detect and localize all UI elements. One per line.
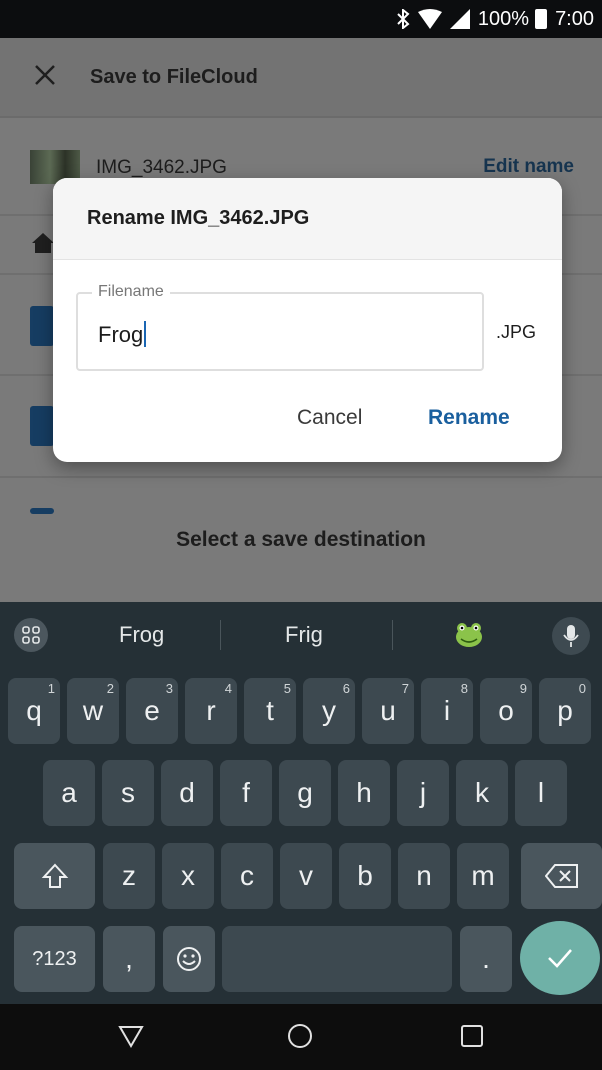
- key-hint: 9: [519, 681, 527, 696]
- key-label: p: [557, 695, 573, 726]
- suggestion-bar: Frog Frig: [0, 602, 602, 668]
- microphone-icon[interactable]: [552, 617, 590, 655]
- shift-key[interactable]: [14, 843, 95, 909]
- dialog-header: Rename IMG_3462.JPG: [53, 178, 562, 260]
- key-e[interactable]: e3: [126, 678, 178, 744]
- text-cursor: [144, 321, 147, 347]
- key-d[interactable]: d: [161, 760, 213, 826]
- bluetooth-icon: [396, 9, 410, 29]
- key-hint: 2: [106, 681, 114, 696]
- key-b[interactable]: b: [339, 843, 391, 909]
- edit-name-link[interactable]: Edit name: [483, 156, 574, 178]
- key-y[interactable]: y6: [303, 678, 355, 744]
- divider: [0, 476, 602, 478]
- destination-hint: Select a save destination: [176, 528, 426, 551]
- key-hint: 8: [460, 681, 468, 696]
- file-extension: .JPG: [496, 322, 537, 342]
- key-label: t: [266, 695, 274, 726]
- key-label: u: [380, 695, 396, 726]
- folder-icon[interactable]: [30, 406, 54, 446]
- cancel-button[interactable]: Cancel: [297, 406, 362, 430]
- key-label: r: [206, 695, 216, 726]
- key-w[interactable]: w2: [67, 678, 119, 744]
- home-button-icon[interactable]: [286, 1022, 314, 1055]
- key-p[interactable]: p0: [539, 678, 591, 744]
- key-f[interactable]: f: [220, 760, 272, 826]
- key-label: q: [26, 695, 42, 726]
- suggestion[interactable]: Frig: [285, 622, 323, 648]
- folder-icon[interactable]: [30, 306, 54, 346]
- key-hint: 7: [401, 681, 409, 696]
- keyboard-menu-icon[interactable]: [14, 618, 48, 652]
- key-label: y: [322, 695, 336, 726]
- key-v[interactable]: v: [280, 843, 332, 909]
- wifi-icon: [417, 9, 442, 29]
- key-a[interactable]: a: [43, 760, 95, 826]
- keyboard: Frog Frig q1w2e3r4t5y6u7i8o9p0 asdfghjkl…: [0, 602, 602, 1004]
- enter-key[interactable]: [520, 921, 600, 995]
- clock: 7:00: [555, 7, 594, 30]
- key-u[interactable]: u7: [362, 678, 414, 744]
- dialog-title: Rename IMG_3462.JPG: [87, 207, 310, 229]
- rename-dialog: Rename IMG_3462.JPG Filename Frog .JPG C…: [53, 178, 562, 462]
- key-s[interactable]: s: [102, 760, 154, 826]
- backspace-key[interactable]: [521, 843, 602, 909]
- key-hint: 6: [342, 681, 350, 696]
- recents-icon[interactable]: [458, 1022, 486, 1055]
- filename-label: Filename: [92, 283, 170, 301]
- key-r[interactable]: r4: [185, 678, 237, 744]
- key-h[interactable]: h: [338, 760, 390, 826]
- app-header: Save to FileCloud: [0, 38, 602, 118]
- key-g[interactable]: g: [279, 760, 331, 826]
- divider: [392, 620, 393, 650]
- key-z[interactable]: z: [103, 843, 155, 909]
- key-t[interactable]: t5: [244, 678, 296, 744]
- emoji-key[interactable]: [163, 926, 215, 992]
- key-x[interactable]: x: [162, 843, 214, 909]
- key-hint: 0: [578, 681, 586, 696]
- key-l[interactable]: l: [515, 760, 567, 826]
- key-hint: 3: [165, 681, 173, 696]
- status-bar: 100% 7:00: [0, 0, 602, 38]
- folder-icon[interactable]: [30, 508, 54, 514]
- key-j[interactable]: j: [397, 760, 449, 826]
- key-c[interactable]: c: [221, 843, 273, 909]
- suggestion[interactable]: Frog: [119, 622, 164, 648]
- filename-input[interactable]: Frog: [98, 321, 147, 348]
- key-hint: 1: [47, 681, 55, 696]
- close-icon[interactable]: [32, 62, 62, 92]
- file-name: IMG_3462.JPG: [96, 157, 227, 178]
- navigation-bar: [0, 1004, 602, 1070]
- rename-button[interactable]: Rename: [428, 406, 510, 430]
- filename-value: Frog: [98, 322, 144, 347]
- key-label: e: [144, 695, 160, 726]
- divider: [220, 620, 221, 650]
- period-key[interactable]: .: [460, 926, 512, 992]
- back-icon[interactable]: [117, 1022, 145, 1055]
- key-hint: 5: [283, 681, 291, 696]
- signal-icon: [449, 9, 470, 29]
- battery-icon: [535, 9, 548, 29]
- key-hint: 4: [224, 681, 232, 696]
- symbols-key[interactable]: ?123: [14, 926, 95, 992]
- key-o[interactable]: o9: [480, 678, 532, 744]
- page-title: Save to FileCloud: [90, 65, 258, 88]
- key-i[interactable]: i8: [421, 678, 473, 744]
- key-q[interactable]: q1: [8, 678, 60, 744]
- key-m[interactable]: m: [457, 843, 509, 909]
- key-label: o: [498, 695, 514, 726]
- comma-key[interactable]: ,: [103, 926, 155, 992]
- space-key[interactable]: [222, 926, 452, 992]
- key-n[interactable]: n: [398, 843, 450, 909]
- key-label: i: [443, 695, 451, 726]
- filename-field[interactable]: Filename Frog: [76, 283, 484, 371]
- battery-percent: 100%: [477, 7, 530, 30]
- frog-emoji-icon[interactable]: [454, 619, 484, 654]
- key-k[interactable]: k: [456, 760, 508, 826]
- key-label: w: [82, 695, 104, 726]
